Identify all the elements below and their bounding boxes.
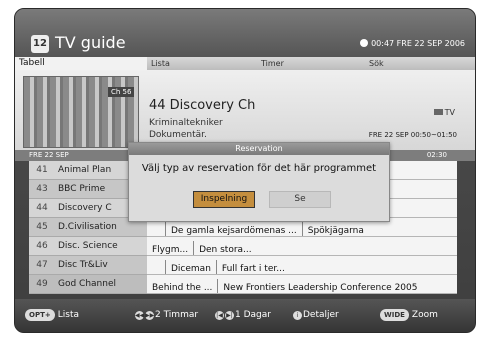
- program-title: Kriminaltekniker: [149, 118, 223, 128]
- footer-list[interactable]: OPT+ Lista: [25, 309, 79, 321]
- footer-bar: OPT+ Lista ◀◀▶▶2 Timmar |◀ ▶| 1 Dagar i Deta…: [15, 299, 475, 332]
- tv-icon: [433, 109, 443, 115]
- grid-date: FRE 22 SEP: [29, 151, 69, 159]
- program-info-panel: Ch 56 44 Discovery Ch Kriminaltekniker D…: [15, 70, 475, 150]
- footer-zoom-label: Zoom: [411, 310, 438, 320]
- clock-text: 00:47 FRE 22 SEP 2006: [371, 39, 465, 48]
- footer-hours-label: 2 Timmar: [155, 310, 199, 320]
- channel-row[interactable]: 49 God Channel Behind the ... New Frontie…: [15, 275, 475, 294]
- program-genre: Dokumentär.: [149, 130, 207, 140]
- info-icon: i: [293, 311, 302, 320]
- program-cell[interactable]: Behind the ...: [147, 279, 217, 293]
- program-time: FRE 22 SEP 00:50~01:50: [368, 131, 457, 139]
- program-cell[interactable]: Diceman: [165, 260, 216, 274]
- program-cell[interactable]: Full fart i ter...: [215, 260, 290, 274]
- channel-label: Disc. Science: [58, 241, 118, 251]
- opt-button-icon: OPT+: [25, 309, 55, 321]
- tv-badge: TV: [433, 108, 455, 117]
- page-title: TV guide: [55, 33, 126, 52]
- skip-forward-icon: ▶|: [225, 311, 234, 320]
- channel-label: Disc Tr&Liv: [58, 260, 108, 270]
- footer-zoom[interactable]: WIDE Zoom: [380, 309, 438, 321]
- program-strip: Flygm... Den stora...: [147, 237, 457, 256]
- forward-icon: ▶▶: [145, 311, 155, 320]
- channel-row[interactable]: 47 Disc Tr&Liv Diceman Full fart i ter...: [15, 256, 475, 275]
- footer-list-label: Lista: [57, 310, 79, 320]
- program-cell[interactable]: Den stora...: [193, 241, 257, 255]
- program-strip: Diceman Full fart i ter...: [147, 256, 457, 275]
- channel-number: 43: [36, 184, 48, 194]
- channel-number: 46: [36, 241, 48, 251]
- program-thumbnail: Ch 56: [23, 76, 139, 148]
- record-button[interactable]: Inspelning: [193, 191, 255, 208]
- tv-guide-screen: 12 TV guide 00:47 FRE 22 SEP 2006 Tabell…: [14, 8, 476, 333]
- dialog-title: Reservation: [129, 143, 389, 155]
- tab-tabell[interactable]: Tabell: [15, 57, 147, 70]
- channel-number: 45: [36, 222, 48, 232]
- tv-badge-label: TV: [444, 108, 455, 117]
- channel-row[interactable]: 46 Disc. Science Flygm... Den stora...: [15, 237, 475, 256]
- footer-details-label: Detaljer: [303, 310, 339, 320]
- title-bar: 12 TV guide 00:47 FRE 22 SEP 2006: [15, 9, 475, 57]
- channel-number: 49: [36, 279, 48, 289]
- clock: 00:47 FRE 22 SEP 2006: [360, 39, 465, 48]
- tab-timer[interactable]: Timer: [257, 57, 365, 70]
- program-cell[interactable]: New Frontiers Leadership Conference 2005: [217, 279, 422, 293]
- clock-icon: [360, 39, 369, 47]
- channel-number: 41: [36, 165, 48, 175]
- channel-name: 44 Discovery Ch: [149, 98, 256, 113]
- footer-hours[interactable]: ◀◀▶▶2 Timmar: [135, 309, 198, 321]
- program-cell[interactable]: Spökjägarna: [301, 222, 369, 236]
- thumbnail-channel-badge: Ch 56: [108, 87, 135, 97]
- footer-days-label: 1 Dagar: [235, 310, 271, 320]
- watch-button[interactable]: Se: [269, 191, 331, 208]
- tv-guide-icon: 12: [31, 35, 49, 53]
- footer-days[interactable]: |◀ ▶| 1 Dagar: [215, 309, 271, 321]
- channel-label: God Channel: [58, 279, 117, 289]
- wide-button-icon: WIDE: [380, 309, 409, 321]
- footer-details[interactable]: i Detaljer: [293, 309, 339, 321]
- skip-back-icon: |◀: [215, 311, 224, 320]
- grid-time: 02:30: [426, 151, 447, 159]
- program-strip: Behind the ... New Frontiers Leadership C…: [147, 275, 457, 294]
- reservation-dialog: Reservation Välj typ av reservation för …: [128, 142, 390, 222]
- program-cell[interactable]: Flygm...: [147, 241, 193, 255]
- channel-number: 47: [36, 260, 48, 270]
- program-cell[interactable]: De gamla kejsardömenas ...: [165, 222, 302, 236]
- tab-bar: Tabell Lista Timer Sök: [15, 57, 475, 70]
- tab-lista[interactable]: Lista: [147, 57, 257, 70]
- tab-sok[interactable]: Sök: [365, 57, 475, 70]
- channel-number: 44: [36, 203, 48, 213]
- dialog-message: Välj typ av reservation för det här prog…: [141, 163, 377, 174]
- rewind-icon: ◀◀: [135, 311, 145, 320]
